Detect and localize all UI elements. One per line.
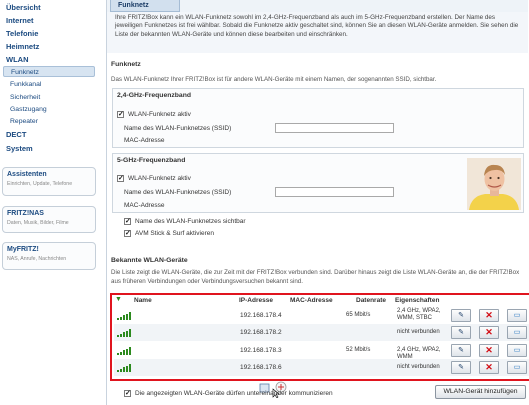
col-rate[interactable]: Datenrate — [356, 297, 386, 304]
band24-ssid-label: Name des WLAN-Funknetzes (SSID) — [124, 125, 232, 132]
table-row[interactable]: 192.168.178.3 52 Mbit/s 2,4 GHz, WPA2, WMM… — [114, 342, 529, 360]
fritznas-title: FRITZ!NAS — [7, 210, 44, 217]
devices-heading: Bekannte WLAN-Geräte — [111, 257, 188, 264]
device-ip: 192.168.178.6 — [240, 364, 282, 371]
signal-strength-icon — [117, 312, 131, 320]
device-ip: 192.168.178.3 — [240, 347, 282, 354]
myfritz-subtitle: NAS, Anrufe, Nachrichten — [7, 256, 67, 262]
ssid-visible-checkbox[interactable]: ✓ — [124, 218, 131, 225]
delete-device-button[interactable]: ✕ — [479, 344, 499, 357]
device-table: ▼ Name IP-Adresse MAC-Adresse Datenrate … — [110, 293, 529, 381]
band24-section: 2,4-GHz-Frequenzband ✓ WLAN-Funknetz akt… — [112, 88, 524, 148]
band5-ssid-label: Name des WLAN-Funknetzes (SSID) — [124, 189, 232, 196]
device-properties: nicht verbunden — [397, 364, 440, 370]
avm-stick-surf-label: AVM Stick & Surf aktivieren — [135, 230, 214, 237]
signal-strength-icon — [117, 347, 131, 355]
band24-heading: 2,4-GHz-Frequenzband — [117, 92, 192, 99]
myfritz-title: MyFRITZ! — [7, 246, 39, 253]
assistenten-title: Assistenten — [7, 171, 47, 178]
allow-communication-checkbox[interactable]: ✓ — [124, 390, 131, 397]
funknetz-description: Das WLAN-Funknetz Ihrer FRITZ!Box ist fü… — [111, 76, 437, 83]
nav-dect[interactable]: DECT — [6, 130, 26, 139]
intro-text: Ihre FRITZ!Box kann ein WLAN-Funknetz so… — [107, 12, 528, 53]
person-photo — [467, 158, 521, 210]
table-row[interactable]: 192.168.178.4 65 Mbit/s 2,4 GHz, WPA2, WMM… — [114, 307, 529, 324]
nav-wlan[interactable]: WLAN — [6, 55, 29, 64]
device-ip: 192.168.178.2 — [240, 329, 282, 336]
nav-wlan-gastzugang[interactable]: Gastzugang — [10, 106, 47, 113]
funknetz-heading: Funknetz — [111, 61, 141, 68]
message-device-button[interactable]: ▭ — [507, 361, 527, 374]
message-device-button[interactable]: ▭ — [507, 344, 527, 357]
allow-communication-label: Die angezeigten WLAN-Geräte dürfen unter… — [135, 390, 333, 397]
nav-telefonie[interactable]: Telefonie — [6, 29, 38, 38]
assistenten-subtitle: Einrichten, Update, Telefone — [7, 181, 73, 187]
avm-stick-surf-checkbox[interactable]: ✓ — [124, 230, 131, 237]
band5-section: 5-GHz-Frequenzband ✓ WLAN-Funknetz aktiv… — [112, 153, 524, 213]
band5-mac-label: MAC-Adresse — [124, 202, 165, 209]
edit-device-button[interactable]: ✎ — [451, 326, 471, 339]
main-content: Funknetz Ihre FRITZ!Box kann ein WLAN-Fu… — [106, 0, 529, 405]
delete-device-button[interactable]: ✕ — [479, 326, 499, 339]
edit-device-button[interactable]: ✎ — [451, 361, 471, 374]
device-rate: 65 Mbit/s — [346, 312, 371, 318]
device-properties: 2,4 GHz, WPA2, WMM, STBC — [397, 308, 441, 321]
device-rate: 52 Mbit/s — [346, 347, 371, 353]
nav-system[interactable]: System — [6, 144, 33, 153]
nav-uebersicht[interactable]: Übersicht — [6, 3, 41, 12]
devices-description: Die Liste zeigt die WLAN-Geräte, die zur… — [111, 269, 520, 285]
assistenten-box[interactable]: Assistenten Einrichten, Update, Telefone — [2, 167, 96, 196]
nav-internet[interactable]: Internet — [6, 16, 34, 25]
band5-active-checkbox[interactable]: ✓ — [117, 175, 124, 182]
device-properties: nicht verbunden — [397, 329, 440, 335]
band5-active-label: WLAN-Funknetz aktiv — [128, 175, 191, 182]
delete-device-button[interactable]: ✕ — [479, 361, 499, 374]
table-row[interactable]: 192.168.178.6 nicht verbunden ✎ ✕ ▭ — [114, 359, 529, 376]
message-device-button[interactable]: ▭ — [507, 326, 527, 339]
message-device-button[interactable]: ▭ — [507, 309, 527, 322]
tab-funknetz[interactable]: Funknetz — [110, 0, 180, 12]
delete-device-button[interactable]: ✕ — [479, 309, 499, 322]
signal-strength-icon — [117, 329, 131, 337]
signal-strength-icon — [117, 364, 131, 372]
band24-ssid-input[interactable] — [275, 123, 394, 133]
band5-ssid-input[interactable] — [275, 187, 394, 197]
col-mac[interactable]: MAC-Adresse — [290, 297, 333, 304]
device-ip: 192.168.178.4 — [240, 312, 282, 319]
col-name[interactable]: Name — [134, 297, 152, 304]
signal-filter-icon[interactable]: ▼ — [115, 296, 122, 303]
myfritz-box[interactable]: MyFRITZ! NAS, Anrufe, Nachrichten — [2, 242, 96, 270]
col-props[interactable]: Eigenschaften — [395, 297, 439, 304]
tab-bar: Funknetz — [107, 0, 528, 12]
band24-active-checkbox[interactable]: ✓ — [117, 111, 124, 118]
add-wlan-device-button[interactable]: WLAN-Gerät hinzufügen — [435, 385, 526, 399]
nav-wlan-sicherheit[interactable]: Sicherheit — [10, 94, 40, 101]
sidebar: Übersicht Internet Telefonie Heimnetz WL… — [0, 0, 100, 405]
nav-wlan-funkkanal[interactable]: Funkkanal — [10, 81, 41, 88]
band24-active-label: WLAN-Funknetz aktiv — [128, 111, 191, 118]
edit-device-button[interactable]: ✎ — [451, 309, 471, 322]
nav-wlan-funknetz[interactable]: Funknetz — [3, 66, 95, 77]
nav-wlan-repeater[interactable]: Repeater — [10, 118, 38, 125]
nav-heimnetz[interactable]: Heimnetz — [6, 42, 39, 51]
ssid-visible-label: Name des WLAN-Funknetzes sichtbar — [135, 218, 246, 225]
fritznas-box[interactable]: FRITZ!NAS Daten, Musik, Bilder, Filme — [2, 206, 96, 233]
band5-heading: 5-GHz-Frequenzband — [117, 157, 186, 164]
fritznas-subtitle: Daten, Musik, Bilder, Filme — [7, 220, 69, 226]
col-ip[interactable]: IP-Adresse — [239, 297, 273, 304]
edit-device-button[interactable]: ✎ — [451, 344, 471, 357]
table-row[interactable]: 192.168.178.2 nicht verbunden ✎ ✕ ▭ — [114, 324, 529, 341]
band24-mac-label: MAC-Adresse — [124, 137, 165, 144]
